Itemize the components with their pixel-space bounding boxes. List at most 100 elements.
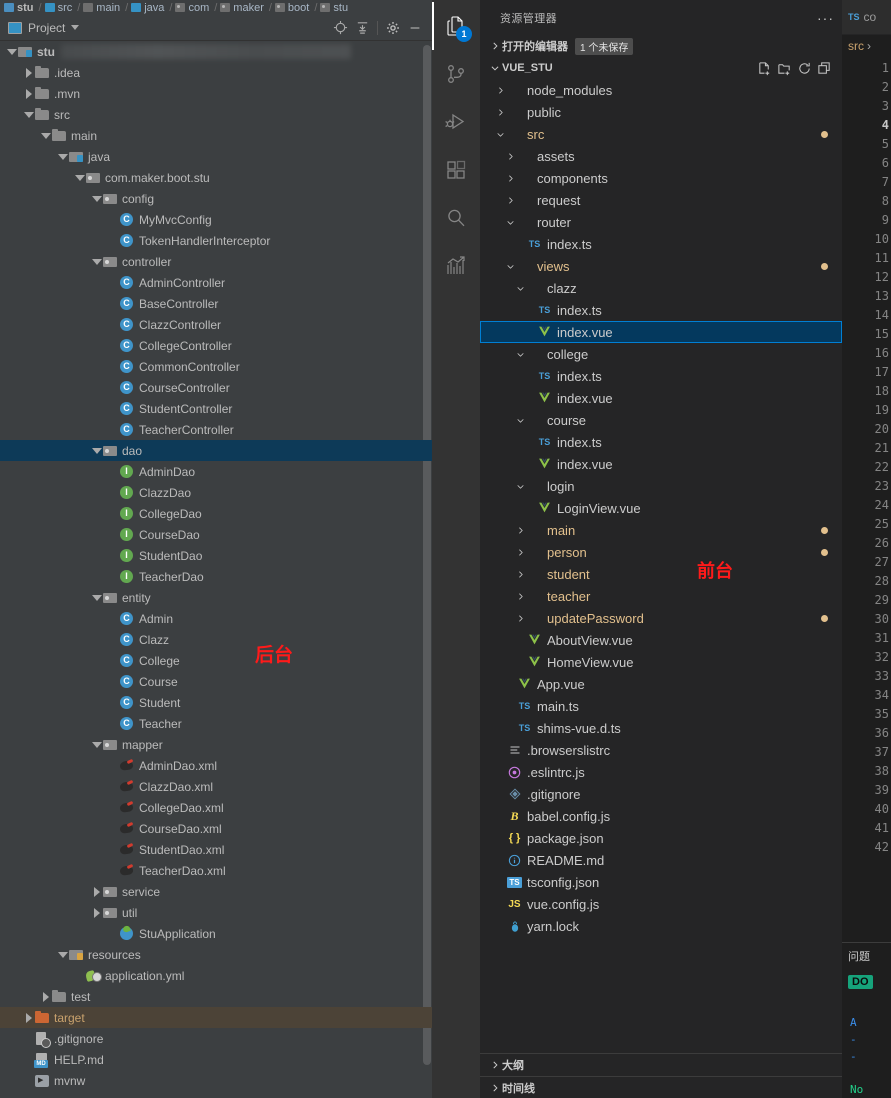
idea-tree-row[interactable]: test	[0, 986, 432, 1007]
file-tree-row[interactable]: .gitignore	[480, 783, 842, 805]
chevron-right-icon[interactable]	[91, 907, 102, 918]
extensions-icon[interactable]	[432, 146, 480, 194]
breadcrumb-item[interactable]: com	[175, 2, 209, 14]
idea-tree-row[interactable]: HELP.md	[0, 1049, 432, 1070]
idea-tree-row[interactable]: com.maker.boot.stu	[0, 167, 432, 188]
idea-tree-row[interactable]: ClazzController	[0, 314, 432, 335]
idea-tree-row[interactable]: util	[0, 902, 432, 923]
chevron-right-icon[interactable]	[514, 614, 526, 623]
breadcrumb-src[interactable]: src	[848, 39, 864, 53]
search-icon[interactable]	[432, 194, 480, 242]
chevron-right-icon[interactable]	[504, 174, 516, 183]
file-tree-row[interactable]: person	[480, 541, 842, 563]
editor-breadcrumb[interactable]: src ›	[842, 35, 891, 57]
open-editors-section[interactable]: 打开的编辑器 1 个未保存	[480, 35, 842, 57]
idea-tree-row[interactable]: config	[0, 188, 432, 209]
file-tree-row[interactable]: assets	[480, 145, 842, 167]
run-and-debug-icon[interactable]	[432, 98, 480, 146]
explorer-icon[interactable]: 1	[432, 2, 480, 50]
file-tree-row[interactable]: college	[480, 343, 842, 365]
sidebar-section-timeline[interactable]: 时间线	[480, 1076, 842, 1098]
workspace-root-row[interactable]: VUE_STU	[480, 57, 842, 79]
idea-tree-row[interactable]: TokenHandlerInterceptor	[0, 230, 432, 251]
idea-tree-row[interactable]: Course	[0, 671, 432, 692]
chevron-down-icon[interactable]	[91, 739, 102, 750]
file-tree-row[interactable]: router	[480, 211, 842, 233]
idea-tree-row[interactable]: TeacherDao.xml	[0, 860, 432, 881]
idea-tree-row[interactable]: .idea	[0, 62, 432, 83]
file-tree-row[interactable]: Bbabel.config.js	[480, 805, 842, 827]
chevron-down-icon[interactable]	[514, 482, 526, 491]
file-tree-row[interactable]: src	[480, 123, 842, 145]
idea-tree-row[interactable]: CourseDao.xml	[0, 818, 432, 839]
chevron-down-icon[interactable]	[91, 592, 102, 603]
new-file-icon[interactable]	[757, 61, 772, 76]
chevron-right-icon[interactable]	[514, 526, 526, 535]
file-tree-row[interactable]: HomeView.vue	[480, 651, 842, 673]
chevron-down-icon[interactable]	[514, 416, 526, 425]
idea-tree-row[interactable]: application.yml	[0, 965, 432, 986]
chevron-down-icon[interactable]	[91, 445, 102, 456]
idea-tree-row[interactable]: ClazzDao.xml	[0, 776, 432, 797]
chevron-down-icon[interactable]	[504, 218, 516, 227]
idea-tree-row[interactable]: java	[0, 146, 432, 167]
file-tree-row[interactable]: LoginView.vue	[480, 497, 842, 519]
file-tree-row[interactable]: .eslintrc.js	[480, 761, 842, 783]
file-tree-row[interactable]: index.vue	[480, 453, 842, 475]
idea-tree-row[interactable]: AdminDao	[0, 461, 432, 482]
editor-tab[interactable]: TS co	[842, 0, 891, 35]
file-tree-row[interactable]: clazz	[480, 277, 842, 299]
breadcrumb-item[interactable]: maker	[220, 2, 264, 14]
idea-tree-row[interactable]: TeacherController	[0, 419, 432, 440]
idea-tree-row[interactable]: resources	[0, 944, 432, 965]
chevron-down-icon[interactable]	[6, 46, 17, 57]
idea-tree-row[interactable]: CourseController	[0, 377, 432, 398]
idea-tree-row[interactable]: service	[0, 881, 432, 902]
idea-tree-row[interactable]: Student	[0, 692, 432, 713]
idea-tree-row[interactable]: ClazzDao	[0, 482, 432, 503]
file-tree-row[interactable]: README.md	[480, 849, 842, 871]
idea-tree-row[interactable]: MyMvcConfig	[0, 209, 432, 230]
idea-tree-row[interactable]: College	[0, 650, 432, 671]
chevron-right-icon[interactable]	[514, 548, 526, 557]
file-tree-row[interactable]: yarn.lock	[480, 915, 842, 937]
file-tree-row[interactable]: components	[480, 167, 842, 189]
file-tree-row[interactable]: updatePassword	[480, 607, 842, 629]
select-opened-file-icon[interactable]	[329, 17, 351, 39]
hide-panel-icon[interactable]	[404, 17, 426, 39]
file-tree-row[interactable]: TS tsconfig.json	[480, 871, 842, 893]
file-tree-row[interactable]: course	[480, 409, 842, 431]
chevron-down-icon[interactable]	[57, 151, 68, 162]
file-tree-row[interactable]: login	[480, 475, 842, 497]
idea-tree-row[interactable]: Clazz	[0, 629, 432, 650]
file-tree-row[interactable]: JS vue.config.js	[480, 893, 842, 915]
file-tree-row[interactable]: node_modules	[480, 79, 842, 101]
idea-tree-row[interactable]: Admin	[0, 608, 432, 629]
file-tree-row[interactable]: App.vue	[480, 673, 842, 695]
idea-tree-row[interactable]: AdminController	[0, 272, 432, 293]
chevron-right-icon[interactable]	[23, 88, 34, 99]
idea-tree-row[interactable]: controller	[0, 251, 432, 272]
chevron-right-icon[interactable]	[23, 67, 34, 78]
file-tree-row[interactable]: index.vue	[480, 321, 842, 343]
chevron-down-icon[interactable]	[91, 256, 102, 267]
file-tree-row[interactable]: request	[480, 189, 842, 211]
file-tree-row[interactable]: views	[480, 255, 842, 277]
idea-tree-row[interactable]: StudentDao.xml	[0, 839, 432, 860]
file-tree-row[interactable]: TS index.ts	[480, 233, 842, 255]
file-tree-row[interactable]: TS main.ts	[480, 695, 842, 717]
chevron-down-icon[interactable]	[23, 109, 34, 120]
chevron-down-icon[interactable]	[74, 172, 85, 183]
idea-tree-row[interactable]: entity	[0, 587, 432, 608]
chevron-right-icon[interactable]	[91, 886, 102, 897]
idea-tree-row[interactable]: dao	[0, 440, 432, 461]
settings-gear-icon[interactable]	[382, 17, 404, 39]
idea-tree-row[interactable]: src	[0, 104, 432, 125]
idea-tree-row[interactable]: main	[0, 125, 432, 146]
breadcrumb-item[interactable]: src	[44, 2, 72, 14]
breadcrumb-item[interactable]: boot	[274, 2, 309, 14]
analytics-icon[interactable]	[432, 242, 480, 290]
file-tree[interactable]: node_modules public src assets components req…	[480, 79, 842, 1053]
chevron-right-icon[interactable]	[504, 196, 516, 205]
file-tree-row[interactable]: index.vue	[480, 387, 842, 409]
